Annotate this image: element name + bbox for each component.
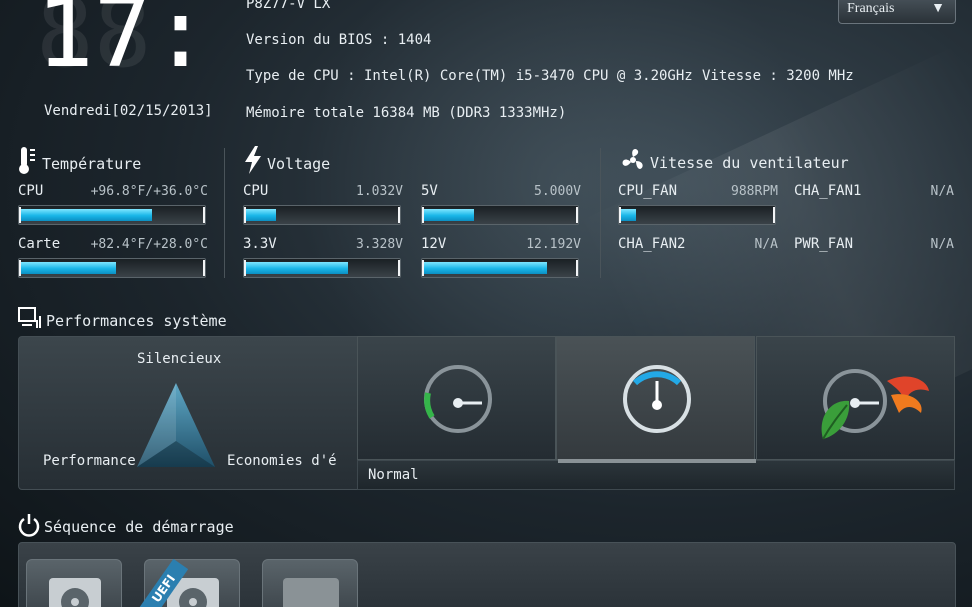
boot-device-2-uefi[interactable]: UEFI: [139, 558, 240, 607]
chevron-down-icon: ▼: [931, 1, 945, 16]
speedometer-blue-icon: [623, 365, 691, 433]
volt-5v-bar-fill: [424, 209, 474, 221]
fan-cha1-value: N/A: [930, 184, 954, 199]
voltage-title-text: Voltage: [267, 155, 331, 173]
monitor-chart-icon: [18, 306, 42, 330]
clock-digits: 17:19: [36, 0, 214, 80]
cpu-type: Type de CPU : Intel(R) Core(TM) i5-3470 …: [246, 68, 693, 84]
boot-title-text: Séquence de démarrage: [44, 518, 234, 536]
fan-cha2-value: N/A: [754, 237, 778, 252]
bios-version: Version du BIOS : 1404: [246, 32, 432, 48]
temp-board-bar: [18, 258, 206, 278]
section-divider: [600, 148, 601, 278]
speedometer-turbo-icon: [821, 369, 929, 440]
volt-12v-bar-fill: [424, 262, 547, 274]
volt-12v-label: 12V: [421, 236, 447, 252]
temp-board-bar-fill: [21, 262, 116, 274]
volt-cpu-value: 1.032V: [356, 184, 403, 199]
quiet-mode-label: Silencieux: [137, 351, 222, 367]
volt-3v3-bar-fill: [246, 262, 348, 274]
volt-cpu-bar: [243, 205, 401, 225]
performance-title-text: Performances système: [46, 312, 227, 330]
generic-drive-icon: [283, 578, 339, 607]
perf-mode-indicator-bar: Normal: [357, 459, 955, 490]
fan-pwr-value: N/A: [930, 237, 954, 252]
volt-cpu-label: CPU: [243, 183, 269, 199]
volt-cpu-bar-fill: [246, 209, 276, 221]
lightning-bolt-icon: [243, 145, 263, 175]
current-mode-label: Normal: [368, 467, 419, 483]
model-label: P8Z77-V LX: [246, 0, 331, 12]
power-icon: [18, 513, 40, 537]
perf-mode-green-card[interactable]: [357, 336, 556, 460]
performance-mode-panel: Silencieux Performance Economies d'é: [18, 336, 358, 490]
temp-board-label: Carte: [18, 236, 61, 252]
cpu-speed: Vitesse : 3200 MHz: [702, 68, 854, 84]
fan-cpu-bar: [618, 205, 776, 225]
mode-triangle-icon: [137, 383, 215, 467]
temp-board-value: +82.4°F/+28.0°C: [90, 237, 208, 252]
performance-mode-label: Performance: [43, 453, 136, 469]
fan-cpu-value: 988RPM: [731, 184, 778, 199]
speedometer-green-icon: [424, 365, 492, 433]
thermometer-icon: [18, 145, 38, 175]
section-divider: [224, 148, 225, 278]
date-label: Vendredi[02/15/2013]: [44, 103, 213, 119]
boot-device-1[interactable]: [26, 559, 122, 607]
boot-section-title: Séquence de démarrage: [18, 513, 234, 537]
language-value: Français: [847, 1, 895, 16]
volt-12v-value: 12.192V: [526, 237, 581, 252]
temp-cpu-bar: [18, 205, 206, 225]
total-memory: Mémoire totale 16384 MB (DDR3 1333MHz): [246, 105, 567, 121]
volt-3v3-bar: [243, 258, 401, 278]
fan-icon: [620, 145, 646, 173]
volt-3v3-value: 3.328V: [356, 237, 403, 252]
volt-12v-bar: [421, 258, 579, 278]
performance-section-title: Performances système: [18, 306, 227, 330]
fan-pwr-label: PWR_FAN: [794, 236, 854, 252]
volt-3v3-label: 3.3V: [243, 236, 277, 252]
fan-cpu-bar-fill: [621, 209, 636, 221]
temperature-section-title: Température: [18, 145, 141, 175]
clock-display: 88:88 17:19: [34, 0, 325, 89]
language-select[interactable]: Français ▼: [838, 0, 956, 24]
temp-cpu-value: +96.8°F/+36.0°C: [90, 184, 208, 199]
temp-cpu-bar-fill: [21, 209, 152, 221]
fan-cpu-label: CPU_FAN: [618, 183, 678, 199]
volt-5v-label: 5V: [421, 183, 438, 199]
fan-title-text: Vitesse du ventilateur: [650, 154, 849, 172]
fan-section-title: Vitesse du ventilateur: [620, 145, 849, 173]
voltage-section-title: Voltage: [243, 145, 330, 175]
energy-saving-label: Economies d'é: [227, 453, 337, 469]
fan-cha2-label: CHA_FAN2: [618, 236, 686, 252]
fan-cha1-label: CHA_FAN1: [794, 183, 862, 199]
selected-mode-marker: [558, 459, 756, 463]
boot-device-3[interactable]: [262, 559, 358, 607]
temp-cpu-label: CPU: [18, 183, 44, 199]
temperature-title-text: Température: [42, 155, 142, 173]
hard-disk-icon: [49, 578, 101, 607]
volt-5v-bar: [421, 205, 579, 225]
volt-5v-value: 5.000V: [534, 184, 581, 199]
perf-mode-normal-card[interactable]: [556, 336, 755, 460]
perf-mode-turbo-card[interactable]: [756, 336, 955, 460]
